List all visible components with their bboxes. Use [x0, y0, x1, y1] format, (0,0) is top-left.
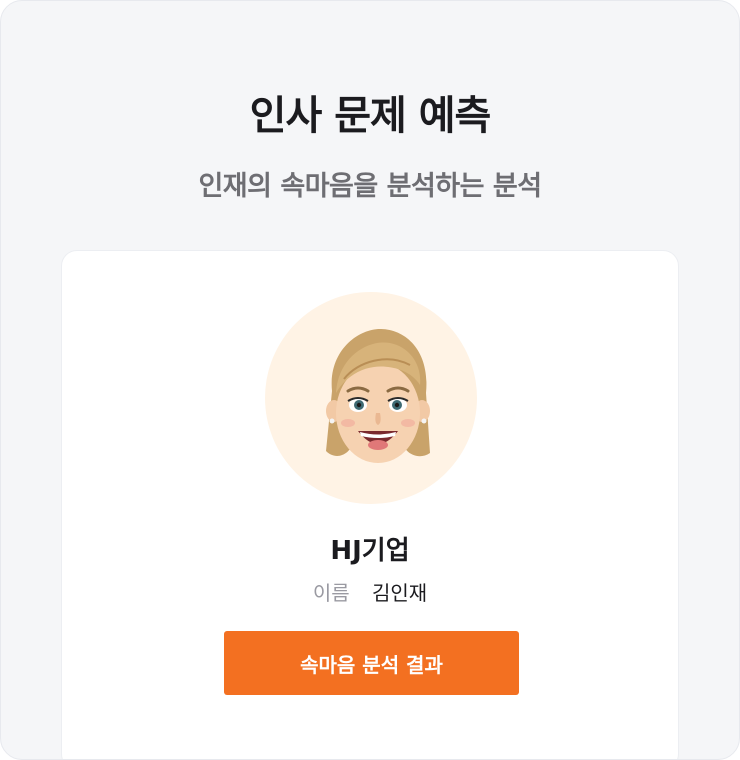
name-label: 이름 [312, 581, 350, 605]
name-row: 이름 김인재 [62, 577, 678, 606]
page-title: 인사 문제 예측 [249, 93, 492, 139]
profile-card: HJ기업 이름 김인재 속마음 분석 결과 [61, 250, 679, 759]
page-subtitle: 인재의 속마음을 분석하는 분석 [198, 171, 542, 202]
name-value: 김인재 [371, 581, 428, 605]
company-name: HJ기업 [330, 536, 410, 566]
analysis-result-button[interactable]: 속마음 분석 결과 [224, 631, 519, 695]
memoji-woman-avatar-icon [326, 329, 430, 463]
page-frame: 인사 문제 예측 인재의 속마음을 분석하는 분석 HJ기업 이름 김인재 속마… [0, 0, 740, 760]
